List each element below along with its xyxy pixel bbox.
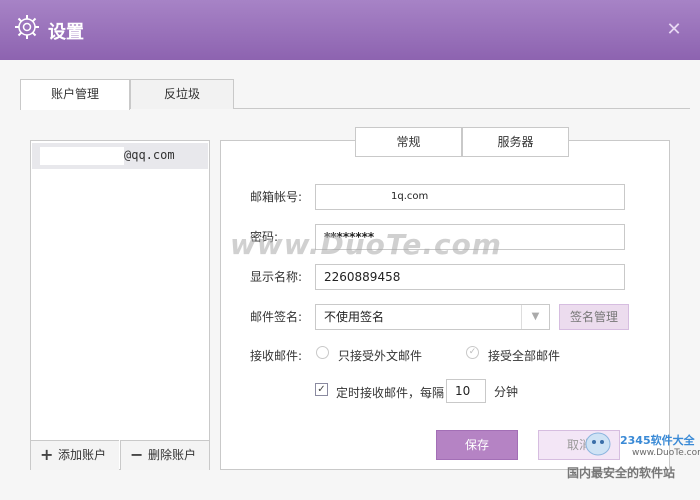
radio-foreign-only[interactable] bbox=[316, 346, 329, 359]
account-list-item[interactable]: @qq.com bbox=[32, 143, 208, 169]
watermark-brand: 2345软件大全 bbox=[620, 434, 695, 447]
tab-anti-spam[interactable]: 反垃圾 bbox=[130, 79, 234, 109]
signature-manage-button[interactable]: 签名管理 bbox=[559, 304, 629, 330]
add-account-button[interactable]: + 添加账户 bbox=[31, 440, 119, 470]
tab-label: 账户管理 bbox=[50, 87, 99, 101]
chevron-down-icon[interactable]: ▼ bbox=[521, 305, 549, 329]
title-bar: 设置 ✕ bbox=[0, 0, 700, 60]
subtab-label: 服务器 bbox=[497, 135, 534, 149]
signature-label: 邮件签名: bbox=[250, 310, 303, 324]
radio-all-mail-label: 接受全部邮件 bbox=[488, 349, 561, 363]
timer-interval-field[interactable]: 10 bbox=[446, 379, 486, 403]
email-field[interactable]: 1q.com bbox=[315, 184, 625, 210]
subtab-server[interactable]: 服务器 bbox=[462, 127, 569, 157]
signature-manage-label: 签名管理 bbox=[569, 310, 618, 324]
radio-foreign-only-label: 只接受外文邮件 bbox=[338, 349, 423, 363]
display-name-field[interactable]: 2260889458 bbox=[315, 264, 625, 290]
watermark-text: www.DuoTe.com bbox=[230, 228, 502, 261]
add-account-label: 添加账户 bbox=[58, 448, 107, 462]
close-icon[interactable]: ✕ bbox=[664, 20, 684, 40]
delete-account-button[interactable]: − 删除账户 bbox=[120, 440, 209, 470]
redacted-address bbox=[40, 147, 124, 165]
tab-account-management[interactable]: 账户管理 bbox=[20, 79, 130, 110]
radio-all-mail[interactable]: ✓ bbox=[466, 346, 479, 359]
account-address: @qq.com bbox=[124, 148, 175, 162]
timer-checkbox[interactable]: ✓ bbox=[315, 383, 328, 396]
display-name-value: 2260889458 bbox=[324, 270, 401, 284]
subtab-general[interactable]: 常规 bbox=[355, 127, 462, 157]
signature-value: 不使用签名 bbox=[324, 310, 385, 324]
account-list: @qq.com bbox=[30, 140, 210, 470]
minus-icon: − bbox=[130, 445, 144, 464]
watermark-url: www.DuoTe.com bbox=[632, 448, 700, 458]
delete-account-label: 删除账户 bbox=[148, 448, 197, 462]
timer-unit: 分钟 bbox=[494, 385, 519, 399]
subtab-label: 常规 bbox=[396, 135, 421, 149]
plus-icon: + bbox=[40, 445, 54, 464]
timer-interval-value: 10 bbox=[455, 384, 471, 398]
window-title: 设置 bbox=[48, 22, 84, 43]
email-label: 邮箱帐号: bbox=[250, 190, 303, 204]
email-value: 1q.com bbox=[391, 191, 429, 202]
signature-select[interactable]: 不使用签名 ▼ bbox=[315, 304, 550, 330]
save-button[interactable]: 保存 bbox=[436, 430, 518, 460]
gear-icon bbox=[15, 15, 39, 39]
receive-label: 接收邮件: bbox=[250, 349, 303, 363]
save-label: 保存 bbox=[464, 438, 489, 452]
timer-label: 定时接收邮件，每隔 bbox=[336, 386, 445, 400]
display-name-label: 显示名称: bbox=[250, 270, 303, 284]
tab-label: 反垃圾 bbox=[163, 87, 200, 101]
watermark-slogan: 国内最安全的软件站 bbox=[567, 466, 676, 480]
